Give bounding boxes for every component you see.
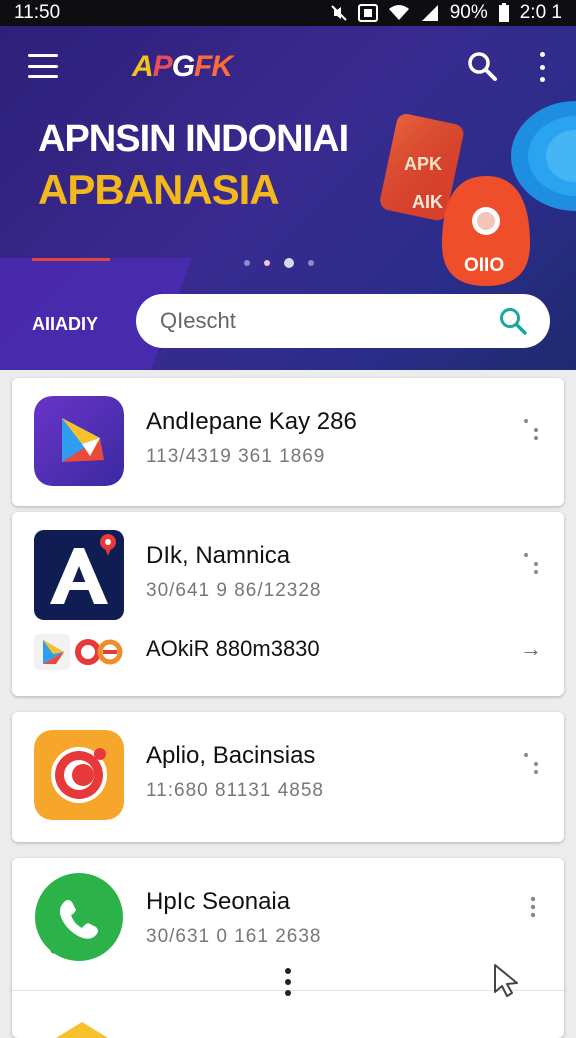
app-title: HpIc Seonaia	[146, 888, 291, 915]
play-mini-icon	[34, 634, 70, 670]
app-logo: APGFK	[132, 50, 233, 83]
more-options-icon[interactable]	[522, 750, 544, 776]
badge-mid-text: AIK	[412, 192, 443, 212]
battery-percent: 90%	[449, 2, 488, 23]
mute-icon	[330, 5, 347, 21]
more-options-icon[interactable]	[522, 416, 544, 442]
app-subtitle: 30/631 0 161 2638	[146, 926, 322, 947]
carousel-indicator	[244, 258, 314, 268]
app-card[interactable]: Aplio, Bacinsias 11:680 81131 4858	[12, 712, 564, 842]
status-clock-right: 2:0 1	[519, 2, 562, 23]
app-subtitle: 11:680 81131 4858	[146, 780, 324, 801]
hero-red-underline	[32, 258, 110, 261]
more-options-icon[interactable]	[284, 968, 292, 996]
top-toolbar: APGFK	[0, 26, 576, 106]
nfc-icon	[357, 4, 378, 22]
app-title: AndIepane Kay 286	[146, 408, 357, 435]
play-store-app-icon	[34, 396, 124, 486]
search-bar[interactable]	[136, 294, 550, 348]
battery-icon	[498, 3, 509, 22]
orange-app-icon	[34, 730, 124, 820]
phone-app-icon	[35, 873, 123, 961]
badge-top-text: APK	[404, 154, 442, 174]
status-bar: 11:50 90% 2:0 1	[0, 0, 576, 26]
more-options-icon[interactable]	[522, 550, 544, 576]
more-options-icon[interactable]	[522, 894, 544, 920]
carousel-dot[interactable]	[264, 260, 270, 266]
menu-icon[interactable]	[28, 54, 58, 78]
status-time: 11:50	[14, 2, 61, 23]
hero-banner: APGFK APNSIN INDONIAI APBANASIA APK AIK …	[0, 26, 576, 370]
badge-bottom-text: OIIO	[464, 255, 504, 276]
a-letter-app-icon	[34, 530, 124, 620]
wifi-icon	[388, 5, 409, 20]
search-submit-icon[interactable]	[498, 306, 528, 336]
app-subtitle: 30/641 9 86/12328	[146, 580, 322, 601]
app-card[interactable]: HpIc Seonaia 30/631 0 161 2638	[12, 858, 564, 1038]
app-extra-title: AOkiR 880m3830	[146, 636, 320, 661]
search-input[interactable]	[158, 307, 498, 335]
app-card[interactable]: DIk, Namnica 30/641 9 86/12328 AOkiR 880…	[12, 512, 564, 696]
signal-icon	[421, 5, 438, 21]
status-icons: 90% 2:0 1	[330, 2, 562, 24]
search-icon[interactable]	[466, 50, 498, 82]
hero-headline-1: APNSIN INDONIAI	[38, 118, 349, 160]
app-title: Aplio, Bacinsias	[146, 742, 316, 769]
carousel-dot[interactable]	[308, 260, 314, 266]
oo-mini-icon	[75, 639, 123, 665]
partial-app-icon	[56, 1022, 108, 1038]
region-label[interactable]: AIIADIY	[32, 314, 98, 335]
app-title: DIk, Namnica	[146, 542, 291, 569]
more-options-icon[interactable]	[532, 52, 552, 82]
cursor-icon	[494, 964, 518, 997]
app-subtitle: 113/4319 361 1869	[146, 446, 326, 467]
carousel-dot[interactable]	[244, 260, 250, 266]
app-card[interactable]: AndIepane Kay 286 113/4319 361 1869	[12, 378, 564, 506]
hero-illustration: APK AIK OIIO	[380, 101, 576, 286]
hero-headline-2: APBANASIA	[38, 166, 280, 213]
carousel-dot-active[interactable]	[284, 258, 294, 268]
arrow-right-icon[interactable]: →	[520, 636, 542, 662]
